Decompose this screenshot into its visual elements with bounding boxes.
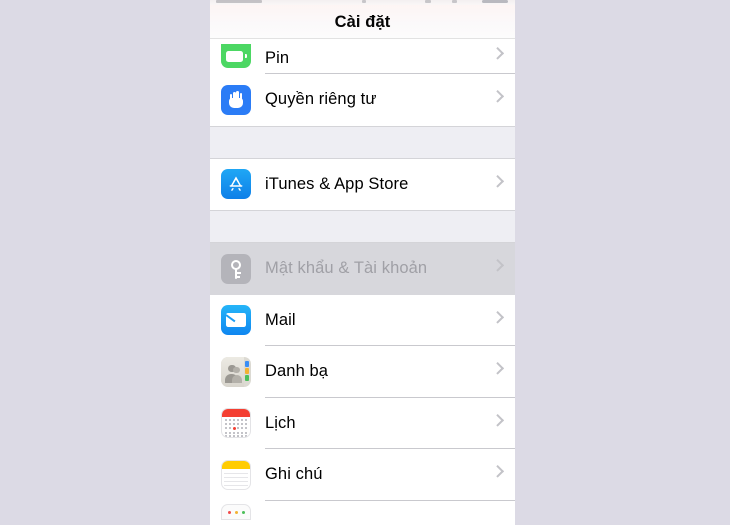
settings-row-label: Lịch — [265, 413, 296, 432]
section-gap — [210, 125, 515, 159]
settings-section-2: iTunes & App Store — [210, 158, 515, 211]
battery-icon — [221, 44, 251, 68]
settings-row-notes[interactable]: Ghi chú — [210, 449, 515, 501]
hand-privacy-icon — [221, 84, 251, 115]
reminders-icon — [221, 503, 251, 520]
disclosure-chevron-icon — [481, 74, 515, 126]
screenshot-stage: Cài đặt Pin Quyền riêng tư iTunes & App … — [0, 0, 730, 525]
settings-section-3: Mật khẩu & Tài khoản Mail Danh bạ Lịch G… — [210, 243, 515, 523]
status-bar-battery-icon — [482, 0, 508, 3]
settings-row-reminders[interactable] — [210, 500, 515, 523]
calendar-icon — [221, 408, 251, 439]
settings-row-calendar[interactable]: Lịch — [210, 397, 515, 450]
disclosure-chevron-icon — [481, 449, 515, 501]
disclosure-chevron-icon — [481, 39, 515, 74]
settings-row-mail[interactable]: Mail — [210, 294, 515, 347]
app-store-icon — [221, 169, 251, 200]
settings-row-passwords-accounts[interactable]: Mật khẩu & Tài khoản — [210, 243, 515, 295]
page-title: Cài đặt — [334, 13, 391, 31]
disclosure-chevron-icon — [481, 159, 515, 211]
settings-row-label: Danh bạ — [265, 362, 329, 381]
settings-row-battery[interactable]: Pin — [210, 39, 515, 74]
phone-screen: Cài đặt Pin Quyền riêng tư iTunes & App … — [210, 0, 515, 525]
settings-row-privacy[interactable]: Quyền riêng tư — [210, 74, 515, 126]
settings-section-1: Pin Quyền riêng tư — [210, 39, 515, 126]
key-icon — [221, 253, 251, 284]
disclosure-chevron-icon — [481, 295, 515, 347]
mail-envelope-icon — [221, 305, 251, 336]
settings-row-itunes-app-store[interactable]: iTunes & App Store — [210, 158, 515, 211]
disclosure-chevron-icon — [481, 346, 515, 398]
section-gap — [210, 210, 515, 243]
settings-row-label: iTunes & App Store — [265, 174, 409, 193]
status-bar-carrier — [216, 0, 262, 3]
settings-row-label: Pin — [265, 49, 290, 67]
navigation-bar: Cài đặt — [210, 5, 515, 39]
status-bar-indicator — [425, 0, 431, 3]
disclosure-chevron-icon — [481, 398, 515, 450]
settings-row-label: Mật khẩu & Tài khoản — [265, 259, 428, 278]
contacts-icon — [221, 356, 251, 387]
status-bar-time — [362, 0, 366, 3]
settings-row-label: Mail — [265, 310, 296, 329]
settings-row-label: Ghi chú — [265, 465, 323, 484]
disclosure-chevron-icon — [481, 243, 515, 295]
settings-row-label: Quyền riêng tư — [265, 90, 377, 109]
settings-row-contacts[interactable]: Danh bạ — [210, 346, 515, 398]
notes-icon — [221, 459, 251, 490]
status-bar-bluetooth-icon — [452, 0, 457, 3]
settings-list: Pin Quyền riêng tư iTunes & App Store Mậ… — [210, 39, 515, 523]
